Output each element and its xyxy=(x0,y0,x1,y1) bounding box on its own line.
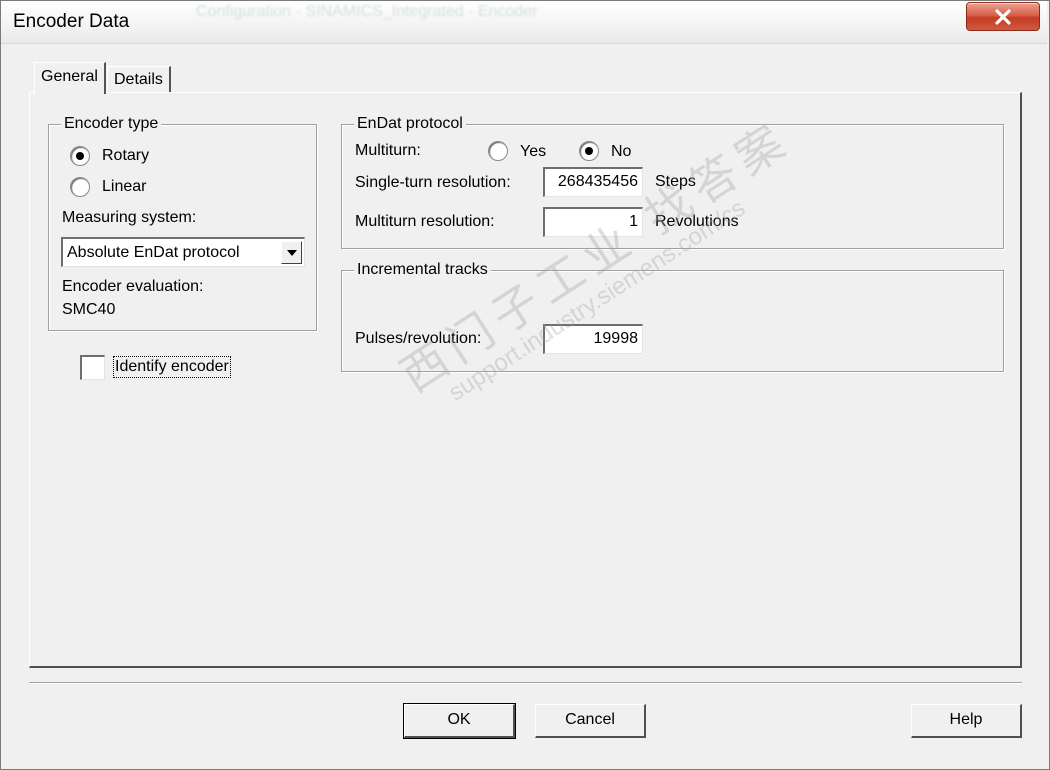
dropdown-button[interactable] xyxy=(281,241,302,264)
pulses-per-revolution-label: Pulses/revolution: xyxy=(355,330,482,347)
singleturn-resolution-label: Single-turn resolution: xyxy=(355,174,511,191)
window-title: Encoder Data xyxy=(13,11,130,32)
multiturn-no-radio[interactable] xyxy=(579,141,599,161)
chevron-down-icon xyxy=(286,249,297,256)
multiturn-resolution-field[interactable]: 1 xyxy=(543,207,643,237)
multiturn-label: Multiturn: xyxy=(355,142,421,159)
singleturn-unit: Steps xyxy=(655,173,696,190)
measuring-system-value: Absolute EnDat protocol xyxy=(67,244,240,261)
pulses-per-revolution-field[interactable]: 19998 xyxy=(543,324,643,354)
encoder-type-group-label: Encoder type xyxy=(61,115,162,133)
identify-encoder-label[interactable]: Identify encoder xyxy=(113,356,231,378)
encoder-evaluation-value: SMC40 xyxy=(62,301,116,318)
linear-label: Linear xyxy=(102,178,147,195)
cancel-button[interactable]: Cancel xyxy=(535,704,646,738)
background-window-title: Configuration - SINAMICS_Integrated - En… xyxy=(186,1,856,43)
bottom-separator xyxy=(29,682,1022,684)
measuring-system-dropdown[interactable]: Absolute EnDat protocol xyxy=(61,237,305,267)
incremental-group-label: Incremental tracks xyxy=(354,261,491,279)
background-title-text: Configuration - SINAMICS_Integrated - En… xyxy=(196,3,538,20)
tab-general[interactable]: General xyxy=(34,62,106,94)
measuring-system-label: Measuring system: xyxy=(62,209,197,226)
rotary-radio[interactable] xyxy=(70,146,90,166)
singleturn-resolution-field[interactable]: 268435456 xyxy=(543,167,643,197)
multiturn-no-label: No xyxy=(611,143,632,160)
multiturn-yes-radio[interactable] xyxy=(488,141,508,161)
encoder-evaluation-label: Encoder evaluation: xyxy=(62,278,204,295)
endat-group-label: EnDat protocol xyxy=(354,115,466,133)
close-button[interactable] xyxy=(966,2,1040,31)
multiturn-resolution-label: Multiturn resolution: xyxy=(355,213,495,230)
identify-encoder-checkbox[interactable] xyxy=(80,355,105,380)
help-button[interactable]: Help xyxy=(911,704,1022,738)
ok-button[interactable]: OK xyxy=(403,703,516,739)
linear-radio[interactable] xyxy=(70,177,90,197)
multiturn-resolution-unit: Revolutions xyxy=(655,213,739,230)
multiturn-yes-label: Yes xyxy=(520,143,547,160)
tab-details[interactable]: Details xyxy=(107,66,171,92)
title-bar[interactable]: Configuration - SINAMICS_Integrated - En… xyxy=(1,1,1047,44)
incremental-tracks-group: Incremental tracks xyxy=(341,261,1004,372)
rotary-label: Rotary xyxy=(102,147,150,164)
close-icon xyxy=(995,8,1011,25)
